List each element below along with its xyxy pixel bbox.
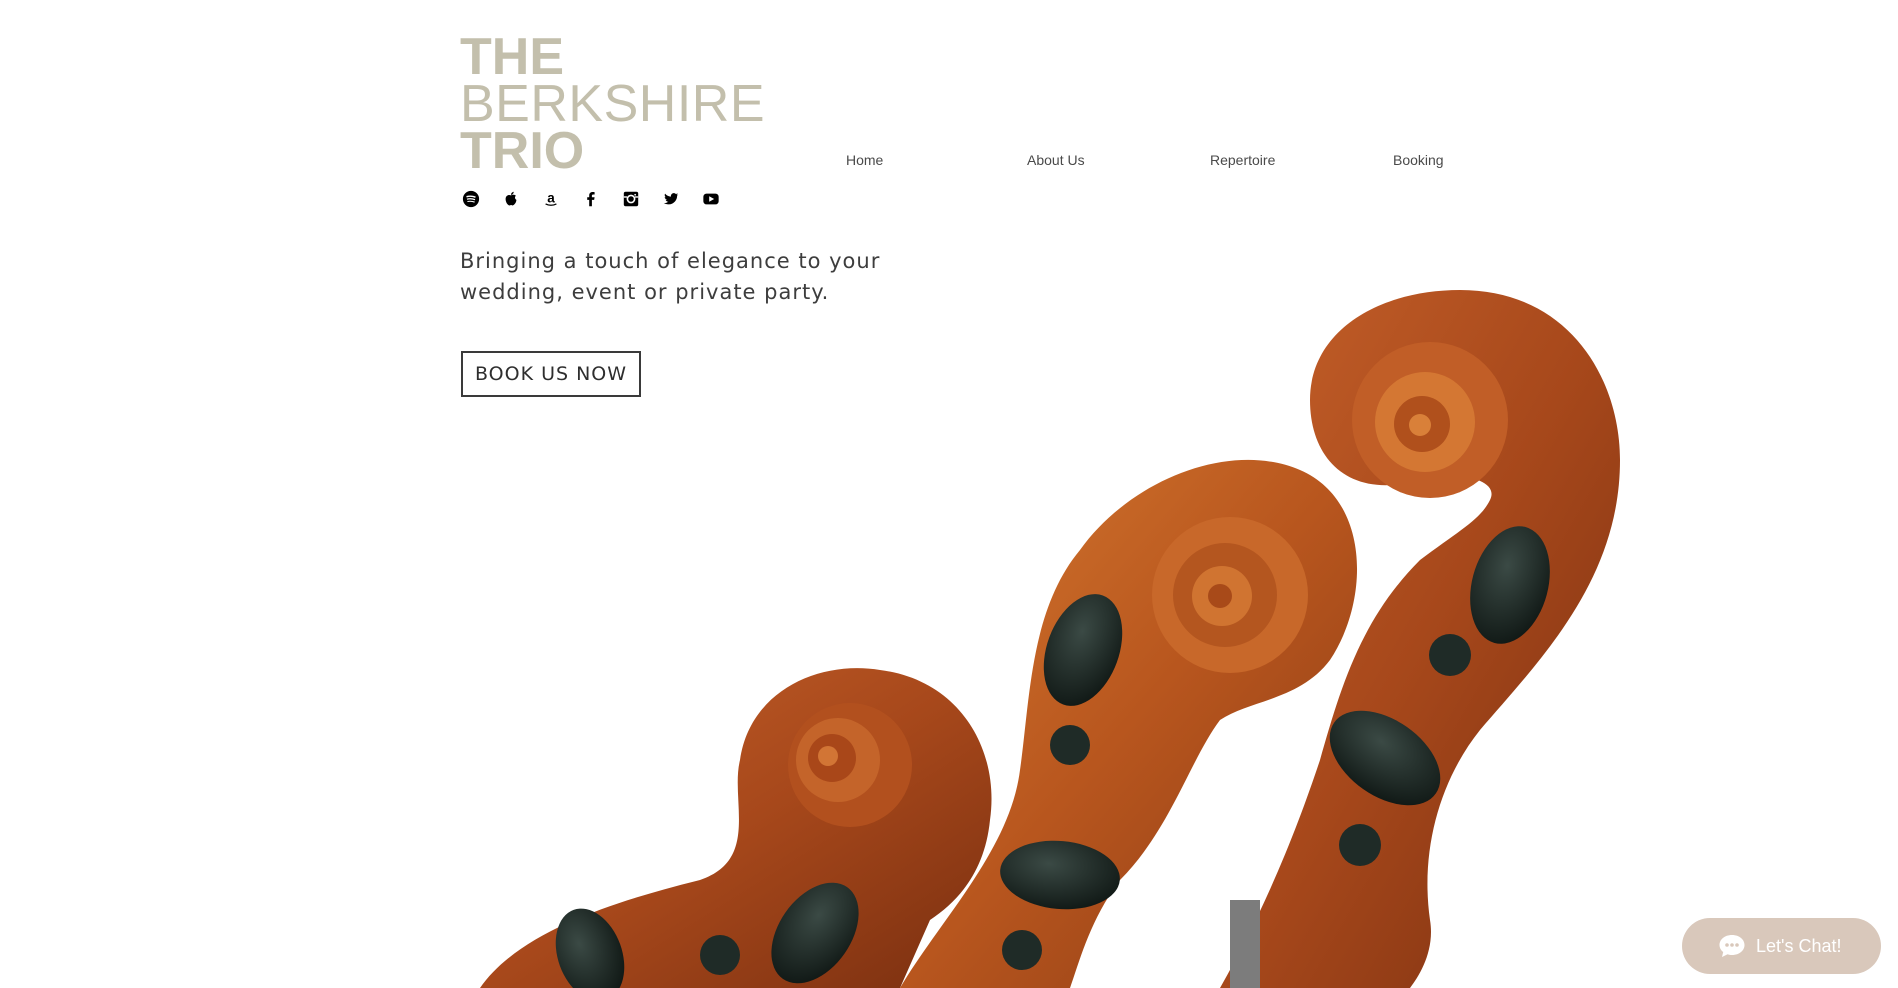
logo-line-berkshire: BERKSHIRE: [460, 75, 766, 133]
chat-bubble-icon: [1719, 935, 1745, 957]
social-bar: a: [462, 190, 720, 208]
tagline-line-2: wedding, event or private party.: [460, 280, 830, 304]
nav-booking[interactable]: Booking: [1393, 152, 1444, 168]
chat-widget-button[interactable]: Let's Chat!: [1682, 918, 1881, 974]
twitter-icon[interactable]: [662, 190, 680, 208]
nav-repertoire[interactable]: Repertoire: [1210, 152, 1275, 168]
nav-home[interactable]: Home: [846, 152, 883, 168]
logo-line-the: THE: [460, 28, 564, 86]
svg-text:a: a: [547, 191, 555, 206]
spotify-icon[interactable]: [462, 190, 480, 208]
hero-tagline: Bringing a touch of elegance to your wed…: [460, 246, 960, 308]
hero-scrolls-image: [480, 290, 1620, 988]
book-us-now-button[interactable]: BOOK US NOW: [461, 351, 641, 397]
nav-about-us[interactable]: About Us: [1027, 152, 1085, 168]
instagram-icon[interactable]: [622, 190, 640, 208]
chat-label: Let's Chat!: [1756, 935, 1842, 956]
youtube-icon[interactable]: [702, 190, 720, 208]
violin-scroll: [480, 668, 992, 988]
facebook-icon[interactable]: [582, 190, 600, 208]
main-nav: Home About Us Repertoire Booking: [0, 152, 1898, 172]
tagline-line-1: Bringing a touch of elegance to your: [460, 249, 881, 273]
amazon-icon[interactable]: a: [542, 190, 560, 208]
apple-icon[interactable]: [502, 190, 520, 208]
